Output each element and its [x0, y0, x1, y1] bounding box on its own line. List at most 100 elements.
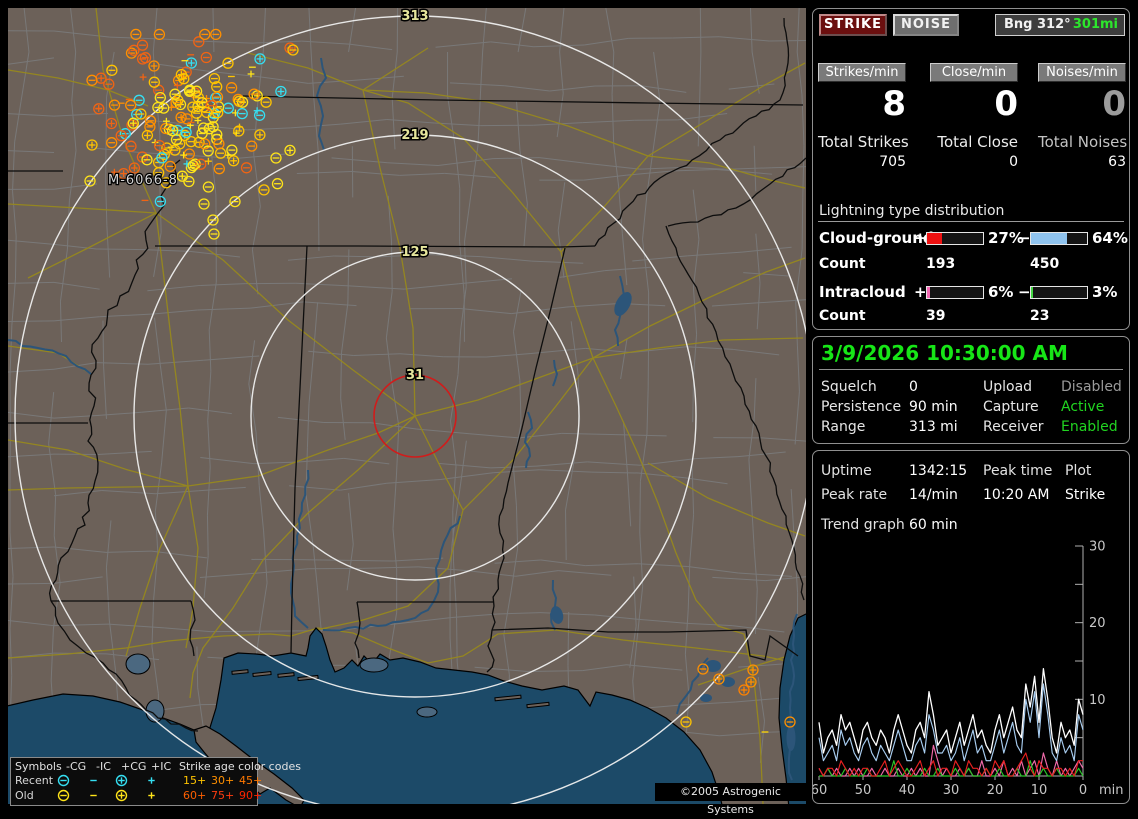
copyright-text: ©2005 Astrogenic Systems	[655, 783, 806, 801]
cg-minus-icon	[56, 774, 71, 787]
x-axis-tick-label: 0	[1079, 783, 1087, 798]
legend-symbol	[56, 774, 71, 790]
cg-minus-icon	[56, 789, 71, 802]
range-label: Range	[821, 419, 865, 435]
bearing-indicator: Bng 312° 301mi	[995, 14, 1125, 36]
cg-count-label: Count	[819, 256, 866, 272]
range-ring-label: 31	[406, 368, 424, 383]
legend-symbol	[114, 774, 129, 790]
ic-plus-bar	[926, 286, 984, 299]
x-axis-tick-label: 20	[987, 783, 1004, 798]
receiver-label: Receiver	[983, 419, 1044, 435]
map-legend: Symbols -CG -IC +CG +IC Strike age color…	[10, 757, 258, 806]
legend-age-code: 15+	[183, 774, 206, 787]
range-ring-label: 219	[401, 128, 428, 143]
storm-cell-label: M-6066-8	[108, 173, 178, 188]
strikes-rate-value: 8	[818, 87, 910, 121]
lightning-map[interactable]: 31125219313M-6066-8 Symbols -CG -IC +CG …	[8, 8, 806, 804]
legend-row-old: Old60+75+90+	[11, 789, 257, 803]
upload-status: Disabled	[1061, 379, 1122, 395]
peak-rate-label: Peak rate	[821, 487, 887, 503]
x-axis-unit-label: min	[1099, 783, 1124, 798]
legend-age-code: 60+	[183, 789, 206, 802]
close-per-min-chip: Close/min	[930, 63, 1018, 82]
plot-label: Plot	[1065, 463, 1091, 479]
total-noises-value: 63	[1038, 154, 1130, 170]
legend-symbol	[114, 789, 129, 805]
legend-age-old-label: Old	[15, 789, 34, 802]
range-value: 313 mi	[909, 419, 958, 435]
noises-rate-value: 0	[1038, 87, 1130, 121]
cg-plus-icon	[114, 774, 129, 787]
distribution-title: Lightning type distribution	[819, 203, 1004, 219]
legend-col-cg-minus: -CG	[66, 760, 86, 773]
datetime-rule	[819, 369, 1123, 370]
legend-symbol	[144, 789, 159, 805]
cg-minus-sign: −	[1018, 229, 1031, 247]
legend-age-title: Strike age color codes	[179, 760, 301, 773]
distribution-rule	[818, 221, 1124, 222]
legend-col-ic-plus: +IC	[151, 760, 171, 773]
legend-symbols-label: Symbols	[15, 760, 62, 773]
cg-minus-count: 450	[1030, 256, 1059, 272]
legend-symbol	[144, 774, 159, 790]
cg-plus-sign: +	[914, 229, 927, 247]
ic-plus-sign: +	[914, 283, 927, 301]
legend-col-ic-minus: -IC	[96, 760, 111, 773]
ic-minus-icon	[86, 789, 101, 802]
legend-symbol	[86, 774, 101, 790]
legend-age-code: 45+	[239, 774, 262, 787]
x-axis-tick-label: 50	[855, 783, 872, 798]
total-noises-label: Total Noises	[1038, 133, 1126, 151]
peak-rate-value: 14/min	[909, 487, 958, 503]
legend-col-cg-plus: +CG	[121, 760, 146, 773]
cg-plus-icon	[114, 789, 129, 802]
ic-plus-icon	[144, 789, 159, 802]
session-trend-panel: Uptime 1342:15 Peak time Plot Peak rate …	[812, 450, 1130, 804]
x-axis-tick-label: 30	[943, 783, 960, 798]
squelch-value: 0	[909, 379, 918, 395]
uptime-label: Uptime	[821, 463, 872, 479]
receiver-status: Enabled	[1061, 419, 1118, 435]
peak-time-label: Peak time	[983, 463, 1052, 479]
legend-age-recent-label: Recent	[15, 774, 53, 787]
bearing-distance: 301mi	[1073, 15, 1118, 35]
upload-label: Upload	[983, 379, 1032, 395]
capture-status: Active	[1061, 399, 1104, 415]
ic-minus-count: 23	[1030, 308, 1049, 324]
map-canvas[interactable]: 31125219313M-6066-8	[8, 8, 806, 804]
squelch-label: Squelch	[821, 379, 877, 395]
trend-series-cg-rate	[819, 684, 1083, 761]
legend-symbol	[86, 789, 101, 805]
trend-graph-value: 60 min	[909, 517, 958, 533]
capture-label: Capture	[983, 399, 1039, 415]
trend-graph-label: Trend graph	[821, 517, 905, 533]
y-axis-tick-label: 20	[1089, 616, 1106, 631]
ic-row-label: Intracloud	[819, 283, 906, 301]
x-axis-tick-label: 10	[1031, 783, 1048, 798]
legend-age-code: 75+	[211, 789, 234, 802]
total-strikes-label: Total Strikes	[818, 133, 906, 151]
bearing-label: Bng 312°	[1004, 15, 1071, 35]
trend-series-total-strike-rate	[819, 669, 1083, 753]
trend-series-cg-rate	[819, 753, 1083, 776]
plot-mode-value: Strike	[1065, 487, 1105, 503]
close-rate-value: 0	[930, 87, 1022, 121]
noise-toggle-button[interactable]: NOISE	[893, 14, 959, 36]
strikes-per-min-chip: Strikes/min	[818, 63, 906, 82]
total-close-value: 0	[930, 154, 1022, 170]
total-strikes-value: 705	[818, 154, 910, 170]
legend-age-code: 90+	[239, 789, 262, 802]
ic-minus-pct: 3%	[1092, 283, 1117, 301]
total-close-label: Total Close	[930, 133, 1018, 151]
x-axis-tick-label: 60	[813, 783, 827, 798]
cg-plus-bar	[926, 232, 984, 245]
cg-plus-count: 193	[926, 256, 955, 272]
cg-minus-pct: 64%	[1092, 229, 1128, 247]
ic-minus-sign: −	[1018, 283, 1031, 301]
legend-age-code: 30+	[211, 774, 234, 787]
ic-plus-count: 39	[926, 308, 945, 324]
ic-minus-bar	[1030, 286, 1088, 299]
y-axis-tick-label: 30	[1089, 540, 1106, 555]
strike-toggle-button[interactable]: STRIKE	[819, 14, 887, 36]
